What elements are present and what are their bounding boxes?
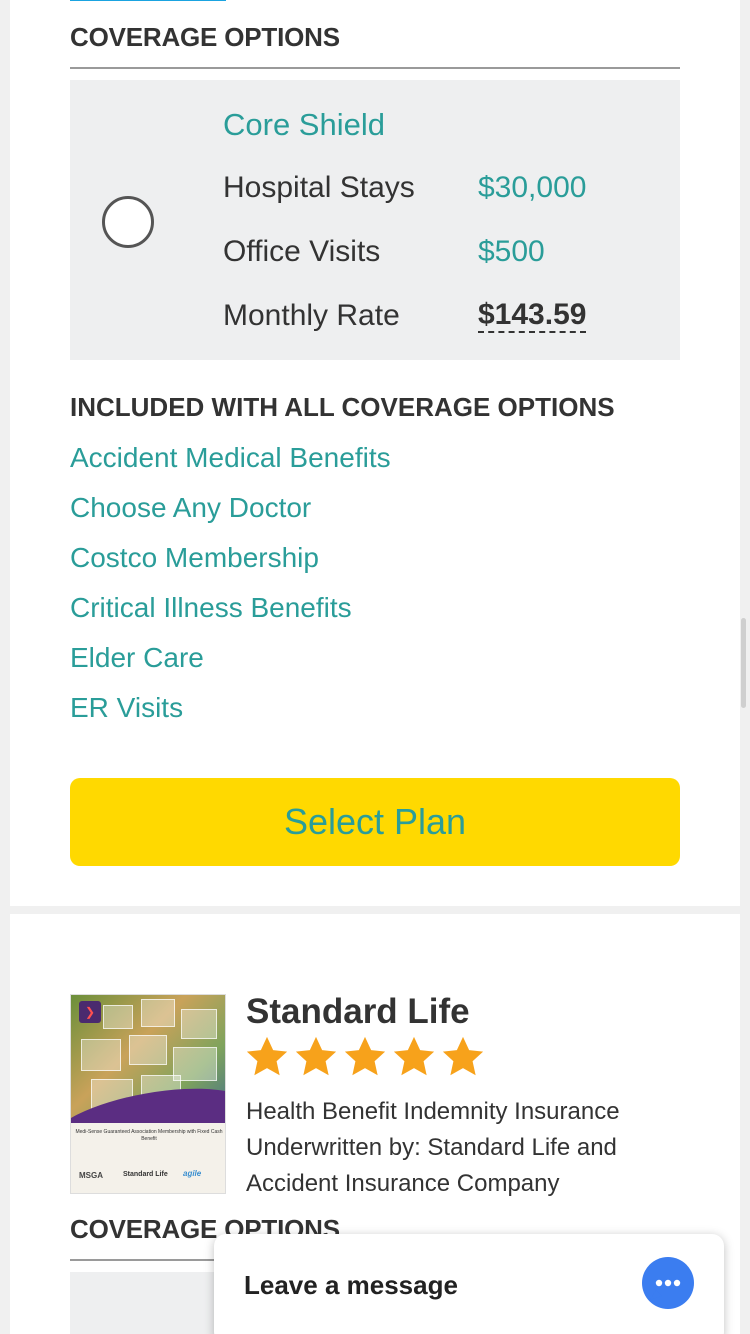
monthly-rate-value[interactable]: $143.59 xyxy=(478,299,587,333)
scrollbar[interactable] xyxy=(741,618,746,708)
benefit-link[interactable]: ER Visits xyxy=(70,690,391,740)
star-icon xyxy=(442,1036,484,1076)
select-plan-button[interactable]: Select Plan xyxy=(70,778,680,866)
plan-card: COVERAGE OPTIONS Core Shield Hospital St… xyxy=(10,0,740,906)
office-visits-label: Office Visits xyxy=(223,235,381,268)
leave-message-widget[interactable]: Leave a message xyxy=(214,1234,724,1334)
monthly-rate-label: Monthly Rate xyxy=(223,299,400,332)
hospital-stays-label: Hospital Stays xyxy=(223,171,415,204)
included-benefits-heading: INCLUDED WITH ALL COVERAGE OPTIONS xyxy=(70,392,615,422)
star-rating xyxy=(244,1034,486,1080)
option-radio[interactable] xyxy=(102,196,154,248)
hospital-stays-value: $30,000 xyxy=(478,171,587,204)
coverage-options-heading: COVERAGE OPTIONS xyxy=(70,22,340,52)
agile-logo: agile xyxy=(183,1169,202,1178)
option-name: Core Shield xyxy=(223,107,385,142)
star-icon xyxy=(246,1036,288,1076)
benefits-list: Accident Medical Benefits Choose Any Doc… xyxy=(70,440,391,740)
tab-indicator xyxy=(70,0,226,1)
divider xyxy=(70,67,680,69)
benefit-link[interactable]: Accident Medical Benefits xyxy=(70,440,391,490)
coverage-option-core-shield[interactable]: Core Shield Hospital Stays $30,000 Offic… xyxy=(70,80,680,360)
plan-description: Health Benefit Indemnity Insurance Under… xyxy=(246,1098,620,1197)
msga-logo: MSGA xyxy=(79,1171,103,1180)
chat-bubble-icon[interactable] xyxy=(640,1256,696,1312)
star-icon xyxy=(344,1036,386,1076)
benefit-link[interactable]: Costco Membership xyxy=(70,540,391,590)
brochure-title: Medi-Sense Guaranteed Association Member… xyxy=(75,1129,223,1142)
leave-message-label: Leave a message xyxy=(244,1270,458,1300)
benefit-link[interactable]: Choose Any Doctor xyxy=(70,490,391,540)
star-icon xyxy=(295,1036,337,1076)
plan-brochure-thumbnail[interactable]: ❯ Medi-Sense Guaranteed Association Memb… xyxy=(70,994,226,1194)
pdf-icon: ❯ xyxy=(79,1001,101,1023)
standard-life-logo: Standard Life xyxy=(123,1171,168,1178)
plan-name: Standard Life xyxy=(246,992,470,1031)
office-visits-value: $500 xyxy=(478,235,545,268)
benefit-link[interactable]: Critical Illness Benefits xyxy=(70,590,391,640)
benefit-link[interactable]: Elder Care xyxy=(70,640,391,690)
star-icon xyxy=(393,1036,435,1076)
